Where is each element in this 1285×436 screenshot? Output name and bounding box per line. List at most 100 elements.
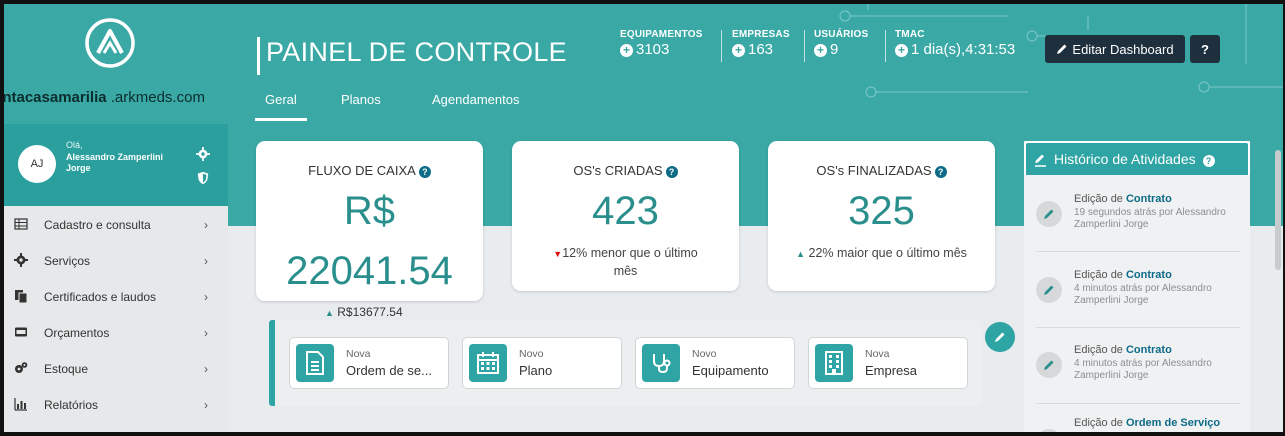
chevron-right-icon: › xyxy=(204,362,208,376)
pencil-icon xyxy=(1036,429,1062,436)
sidebar-item-label: Relatórios xyxy=(44,398,99,412)
help-circle-icon[interactable]: ? xyxy=(1202,155,1215,167)
pencil-icon xyxy=(1036,352,1062,378)
activity-divider xyxy=(1036,403,1240,404)
chevron-right-icon: › xyxy=(204,326,208,340)
quick-action-kicker: Novo xyxy=(692,348,717,360)
quick-action-nova-os[interactable]: Nova Ordem de se... xyxy=(289,337,449,389)
page-scrollbar[interactable] xyxy=(1275,150,1281,270)
quick-action-novo-plano[interactable]: Novo Plano xyxy=(462,337,622,389)
activity-title-line: Edição de Contrato xyxy=(1074,269,1172,281)
quick-action-label: Ordem de se... xyxy=(346,363,432,378)
help-circle-icon[interactable]: ? xyxy=(934,166,947,178)
edit-dashboard-label: Editar Dashboard xyxy=(1072,41,1174,57)
edit-quick-actions-button[interactable] xyxy=(985,322,1015,352)
chevron-right-icon: › xyxy=(204,254,208,268)
sidebar-brand: antacasamarilia .arkmeds.com xyxy=(4,4,228,124)
chevron-right-icon: › xyxy=(204,218,208,232)
sidebar-item-cadastro[interactable]: Cadastro e consulta › xyxy=(4,206,228,242)
card-comparison: ▼12% menor que o último mês xyxy=(553,246,698,278)
stat-divider xyxy=(721,30,722,62)
stat-usuarios[interactable]: USUÁRIOS +9 xyxy=(814,29,868,58)
user-name: Alessandro Zamperlini Jorge xyxy=(66,152,164,173)
sidebar-item-label: Orçamentos xyxy=(44,326,110,340)
sidebar-item-label: Estoque xyxy=(44,362,89,376)
card-value: 22041.54 xyxy=(286,249,453,293)
quick-action-label: Empresa xyxy=(865,363,918,378)
card-title: FLUXO DE CAIXA? xyxy=(256,163,483,178)
triangle-up-icon: ▲ xyxy=(325,308,334,318)
building-icon xyxy=(815,344,853,382)
card-fluxo-de-caixa: FLUXO DE CAIXA? R$ 22041.54 xyxy=(256,141,483,301)
sidebar-item-label: Cadastro e consulta xyxy=(44,218,151,232)
stethoscope-icon xyxy=(642,344,680,382)
chevron-right-icon: › xyxy=(204,398,208,412)
sidebar-item-estoque[interactable]: Estoque › xyxy=(4,350,228,386)
sidebar-item-relatorios[interactable]: Relatórios › xyxy=(4,386,228,422)
activity-header[interactable]: Histórico de Atividades ? xyxy=(1024,141,1250,175)
activity-meta: 4 minutos atrás por Alessandro Zamperlin… xyxy=(1074,283,1212,306)
edit-dashboard-button[interactable]: Editar Dashboard xyxy=(1045,35,1185,63)
pencil-icon xyxy=(1035,154,1046,167)
quick-action-kicker: Novo xyxy=(519,348,544,360)
triangle-up-icon: ▲ xyxy=(796,249,806,259)
plus-circle-icon: + xyxy=(895,44,908,57)
arkmeds-logo-icon[interactable] xyxy=(84,17,136,69)
sidebar-menu: Cadastro e consulta › Serviços › Certifi… xyxy=(4,206,228,436)
card-os-finalizadas: OS's FINALIZADAS? 325 ▲ 22% maior que o … xyxy=(768,141,995,291)
settings-gear-icon[interactable] xyxy=(196,147,210,161)
quick-action-nova-empresa[interactable]: Nova Empresa xyxy=(808,337,968,389)
stat-empresas[interactable]: EMPRESAS +163 xyxy=(732,29,790,58)
stat-tmac[interactable]: TMAC +1 dia(s),4:31:53 xyxy=(895,29,1015,58)
tab-planos[interactable]: Planos xyxy=(341,92,381,107)
stat-divider xyxy=(885,30,886,62)
card-os-criadas: OS's CRIADAS? 423 ▼12% menor que o últim… xyxy=(512,141,739,291)
plus-circle-icon: + xyxy=(732,44,745,57)
activity-title-line: Edição de Contrato xyxy=(1074,193,1172,205)
activity-history-panel: Histórico de Atividades ? Edição de Cont… xyxy=(1024,141,1250,436)
avatar[interactable]: AJ xyxy=(18,145,56,183)
tab-geral[interactable]: Geral xyxy=(265,92,297,107)
title-accent-bar xyxy=(257,37,260,75)
quick-action-label: Plano xyxy=(519,363,553,378)
tab-agendamentos[interactable]: Agendamentos xyxy=(432,92,519,107)
user-block: AJ Olá, Alessandro Zamperlini Jorge xyxy=(4,124,228,206)
stat-label: TMAC xyxy=(895,29,925,40)
quick-action-label: Equipamento xyxy=(692,363,769,378)
sidebar-item-label: Serviços xyxy=(44,254,91,268)
bar-chart-icon xyxy=(14,398,27,411)
sidebar-item-label: Certificados e laudos xyxy=(44,290,157,304)
calendar-icon xyxy=(469,344,507,382)
activity-divider xyxy=(1036,251,1240,252)
stat-equipamentos[interactable]: EQUIPAMENTOS +3103 xyxy=(620,29,703,58)
stat-label: USUÁRIOS xyxy=(814,29,869,40)
activity-divider xyxy=(1036,327,1240,328)
stat-value: 163 xyxy=(748,41,774,58)
triangle-down-icon: ▼ xyxy=(553,249,563,259)
card-title: OS's CRIADAS? xyxy=(512,163,739,178)
help-circle-icon[interactable]: ? xyxy=(665,166,678,178)
card-value: 423 xyxy=(592,189,659,233)
sidebar-item-orcamentos[interactable]: Orçamentos › xyxy=(4,314,228,350)
cogs-icon xyxy=(15,362,28,373)
activity-title-line: Edição de Ordem de Serviço xyxy=(1074,417,1221,429)
plus-circle-icon: + xyxy=(620,44,633,57)
gear-icon xyxy=(14,253,28,267)
card-comparison: ▲ 22% maior que o último mês xyxy=(796,246,967,260)
user-greeting: Olá, xyxy=(66,140,83,150)
stat-value: 3103 xyxy=(636,41,670,58)
help-circle-icon[interactable]: ? xyxy=(418,166,431,178)
sidebar-item-certificados[interactable]: Certificados e laudos › xyxy=(4,278,228,314)
document-icon xyxy=(296,344,334,382)
quick-action-novo-equipamento[interactable]: Novo Equipamento xyxy=(635,337,795,389)
card-title: OS's FINALIZADAS? xyxy=(768,163,995,178)
table-icon xyxy=(14,218,28,230)
shield-icon[interactable] xyxy=(196,171,210,185)
copy-icon xyxy=(15,290,28,303)
tenant-domain: .arkmeds.com xyxy=(106,89,205,106)
card-currency: R$ xyxy=(343,189,396,233)
sidebar-item-servicos[interactable]: Serviços › xyxy=(4,242,228,278)
help-button[interactable]: ? xyxy=(1190,35,1220,63)
stat-value: 1 dia(s),4:31:53 xyxy=(911,41,1016,58)
active-tab-indicator xyxy=(255,118,307,121)
